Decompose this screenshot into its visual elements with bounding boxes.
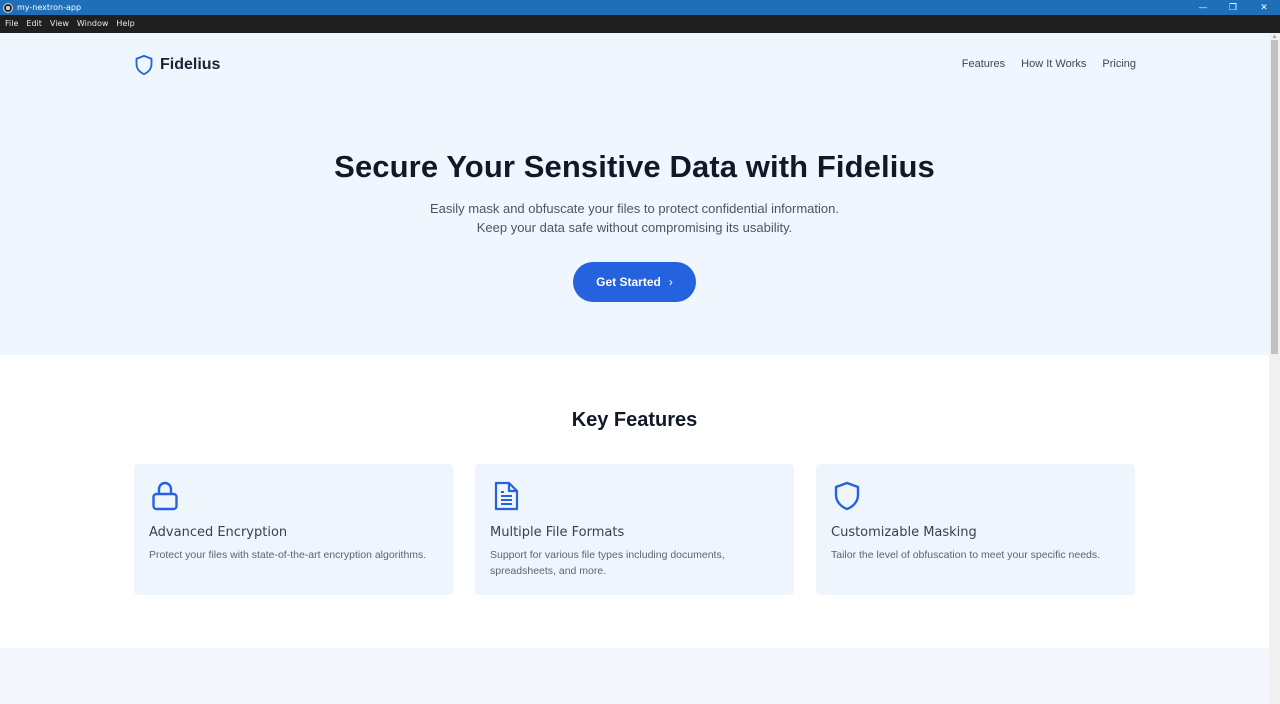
hero-title: Secure Your Sensitive Data with Fidelius xyxy=(334,149,935,184)
menu-edit[interactable]: Edit xyxy=(22,15,46,33)
feature-description: Support for various file types including… xyxy=(490,549,725,577)
hero-subtitle-line-1: Easily mask and obfuscate your files to … xyxy=(430,201,839,216)
menu-window[interactable]: Window xyxy=(73,15,113,33)
window-title: my-nextron-app xyxy=(17,3,82,12)
app-icon xyxy=(3,2,13,13)
menubar: File Edit View Window Help xyxy=(0,15,1280,33)
window-titlebar: my-nextron-app xyxy=(0,0,1280,15)
chevron-right-icon: › xyxy=(668,275,673,289)
features-heading: Key Features xyxy=(571,409,698,431)
feature-card-file-formats: Multiple File Formats Support for variou… xyxy=(475,464,794,595)
minimize-button[interactable]: — xyxy=(1188,0,1218,15)
feature-description: Tailor the level of obfuscation to meet … xyxy=(831,549,1101,561)
hero-subtitle: Easily mask and obfuscate your files to … xyxy=(0,199,1269,237)
next-section xyxy=(0,648,1269,704)
close-button[interactable]: ✕ xyxy=(1249,0,1279,15)
nav-link-features[interactable]: Features xyxy=(962,58,1005,70)
page-content: Fidelius Features How It Works Pricing S… xyxy=(0,33,1269,704)
restore-button[interactable]: ❐ xyxy=(1218,0,1248,15)
lock-icon xyxy=(152,481,178,511)
shield-icon xyxy=(135,54,153,76)
shield-icon xyxy=(834,481,860,511)
top-nav: Features How It Works Pricing xyxy=(962,58,1136,70)
nav-link-pricing[interactable]: Pricing xyxy=(1102,58,1136,70)
feature-card-encryption: Advanced Encryption Protect your files w… xyxy=(134,464,453,595)
get-started-label: Get Started xyxy=(596,275,661,289)
feature-card-masking: Customizable Masking Tailor the level of… xyxy=(816,464,1135,595)
document-icon xyxy=(494,481,519,511)
hero-section: Fidelius Features How It Works Pricing S… xyxy=(0,33,1269,355)
scrollbar-thumb[interactable] xyxy=(1271,40,1278,354)
hero-subtitle-line-2: Keep your data safe without compromising… xyxy=(476,220,793,235)
feature-title: Advanced Encryption xyxy=(149,525,288,540)
brand-name: Fidelius xyxy=(160,56,221,73)
menu-file[interactable]: File xyxy=(1,15,22,33)
feature-description: Protect your files with state-of-the-art… xyxy=(149,549,427,561)
menu-view[interactable]: View xyxy=(46,15,73,33)
get-started-button[interactable]: Get Started › xyxy=(573,262,696,302)
nav-link-how-it-works[interactable]: How It Works xyxy=(1021,58,1086,70)
brand-logo[interactable]: Fidelius xyxy=(134,54,220,76)
feature-title: Customizable Masking xyxy=(831,525,977,540)
menu-help[interactable]: Help xyxy=(112,15,138,33)
feature-title: Multiple File Formats xyxy=(490,525,625,540)
